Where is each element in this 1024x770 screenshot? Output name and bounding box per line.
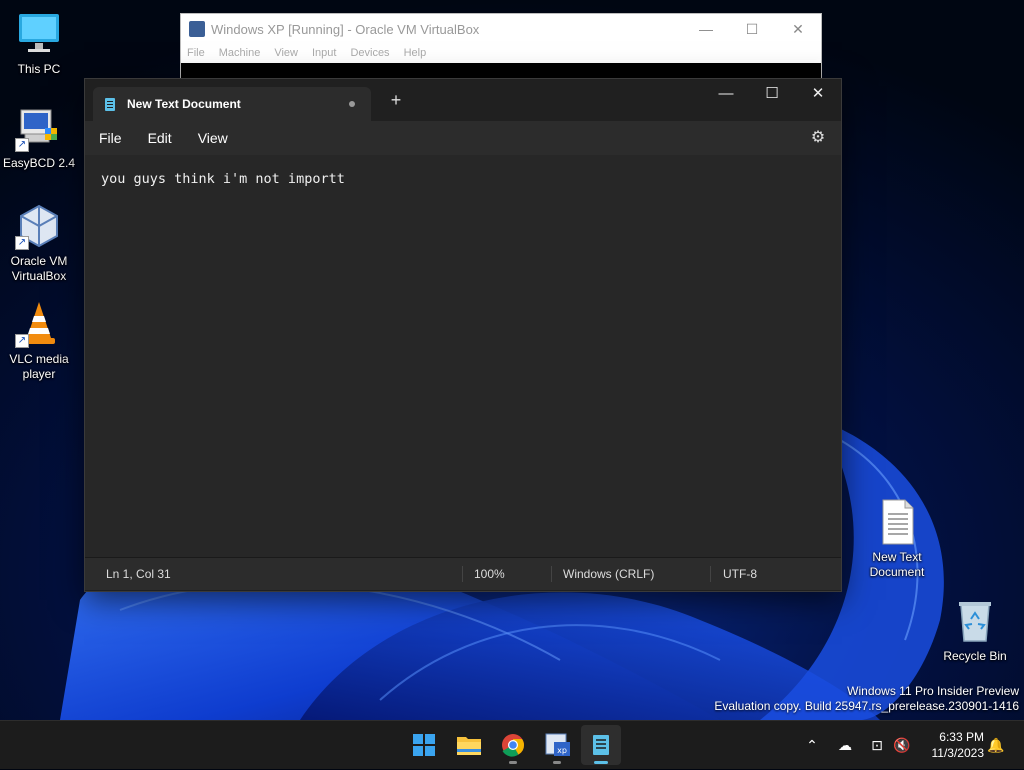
monitor-icon <box>15 10 63 58</box>
status-divider <box>462 566 463 582</box>
status-bar: Ln 1, Col 31 100% Windows (CRLF) UTF-8 <box>85 557 841 590</box>
desktop-icon-new-text-document[interactable]: New Text Document <box>859 498 935 580</box>
taskbar-chrome[interactable] <box>493 725 533 765</box>
virtualbox-title: Windows XP [Running] - Oracle VM Virtual… <box>211 21 480 37</box>
easybcd-icon: ↗ <box>15 104 63 152</box>
unsaved-indicator-icon[interactable] <box>349 101 355 107</box>
taskbar: xp ⌃ ☁ ⊡ 🔇 6:33 PM 11/3/2023 🔔 <box>0 720 1024 769</box>
network-icon[interactable]: ⊡ <box>866 721 888 769</box>
shortcut-arrow-icon: ↗ <box>15 138 29 152</box>
desktop-icon-this-pc[interactable]: This PC <box>1 10 77 77</box>
vbox-menu-help[interactable]: Help <box>404 47 427 59</box>
maximize-button[interactable]: ☐ <box>729 14 775 44</box>
onedrive-cloud-icon[interactable]: ☁ <box>834 721 856 769</box>
line-ending[interactable]: Windows (CRLF) <box>563 558 654 590</box>
minimize-button[interactable]: — <box>683 14 729 44</box>
virtualbox-menubar: File Machine View Input Devices Help <box>181 44 821 62</box>
notification-bell-icon[interactable]: 🔔 <box>986 721 1006 769</box>
menu-view[interactable]: View <box>198 130 228 146</box>
running-indicator <box>553 761 561 764</box>
editor-content[interactable]: you guys think i'm not importt <box>101 171 825 187</box>
svg-text:xp: xp <box>557 746 567 755</box>
tab-new-text-document[interactable]: New Text Document <box>93 87 371 121</box>
close-button[interactable]: ✕ <box>795 79 841 111</box>
new-tab-button[interactable]: + <box>385 90 407 111</box>
windows-xp-vm-icon: xp <box>545 733 570 756</box>
zoom-level[interactable]: 100% <box>474 558 505 590</box>
desktop-icon-virtualbox[interactable]: ↗ Oracle VM VirtualBox <box>1 202 77 284</box>
chrome-icon <box>502 734 524 757</box>
vbox-menu-view[interactable]: View <box>274 47 298 59</box>
vbox-menu-file[interactable]: File <box>187 47 205 59</box>
status-divider <box>710 566 711 582</box>
notepad-tabbar: New Text Document + — ☐ ✕ <box>85 79 841 121</box>
shortcut-arrow-icon: ↗ <box>15 236 29 250</box>
vbox-menu-input[interactable]: Input <box>312 47 336 59</box>
notepad-menubar: File Edit View ⚙ <box>85 121 841 155</box>
taskbar-notepad[interactable] <box>581 725 621 765</box>
recycle-bin-icon <box>951 597 999 645</box>
text-document-icon <box>873 498 921 546</box>
vlc-icon: ↗ <box>15 300 63 348</box>
volume-muted-icon[interactable]: 🔇 <box>892 721 912 769</box>
desktop-icon-easybcd[interactable]: ↗ EasyBCD 2.4 <box>1 104 77 171</box>
maximize-button[interactable]: ☐ <box>749 79 795 111</box>
menu-edit[interactable]: Edit <box>148 130 172 146</box>
notepad-icon <box>105 97 115 111</box>
vbox-menu-machine[interactable]: Machine <box>219 47 261 59</box>
minimize-button[interactable]: — <box>703 79 749 111</box>
desktop-icon-recycle-bin[interactable]: Recycle Bin <box>937 597 1013 664</box>
vbox-menu-devices[interactable]: Devices <box>350 47 389 59</box>
tab-title: New Text Document <box>127 97 241 111</box>
show-hidden-icons-chevron-icon[interactable]: ⌃ <box>802 721 822 769</box>
virtualbox-window[interactable]: Windows XP [Running] - Oracle VM Virtual… <box>180 13 822 81</box>
virtualbox-icon: ↗ <box>15 202 63 250</box>
encoding[interactable]: UTF-8 <box>723 558 757 590</box>
virtualbox-app-icon <box>189 21 205 37</box>
notepad-icon <box>593 735 609 755</box>
clock-time: 6:33 PM <box>939 730 984 744</box>
clock-date: 11/3/2023 <box>931 746 985 760</box>
menu-file[interactable]: File <box>99 130 122 146</box>
start-button[interactable] <box>404 725 444 765</box>
shortcut-arrow-icon: ↗ <box>15 334 29 348</box>
desktop-icon-vlc[interactable]: ↗ VLC media player <box>1 300 77 382</box>
watermark-build: Evaluation copy. Build 25947.rs_prerelea… <box>714 699 1019 713</box>
running-indicator <box>509 761 517 764</box>
start-icon <box>413 734 435 756</box>
watermark-edition: Windows 11 Pro Insider Preview <box>847 684 1019 698</box>
cursor-position: Ln 1, Col 31 <box>106 567 171 581</box>
close-button[interactable]: ✕ <box>775 14 821 44</box>
taskbar-file-explorer[interactable] <box>449 725 489 765</box>
settings-gear-icon[interactable]: ⚙ <box>809 129 827 147</box>
notepad-window[interactable]: New Text Document + — ☐ ✕ File Edit View… <box>84 78 842 592</box>
status-divider <box>551 566 552 582</box>
taskbar-windows-xp-vm[interactable]: xp <box>537 725 577 765</box>
active-indicator <box>594 761 608 764</box>
file-explorer-icon <box>457 737 481 755</box>
system-clock[interactable]: 6:33 PM 11/3/2023 <box>932 729 985 761</box>
evaluation-watermark: Windows 11 Pro Insider Preview Evaluatio… <box>714 684 1019 714</box>
text-editor[interactable]: you guys think i'm not importt <box>85 155 841 557</box>
